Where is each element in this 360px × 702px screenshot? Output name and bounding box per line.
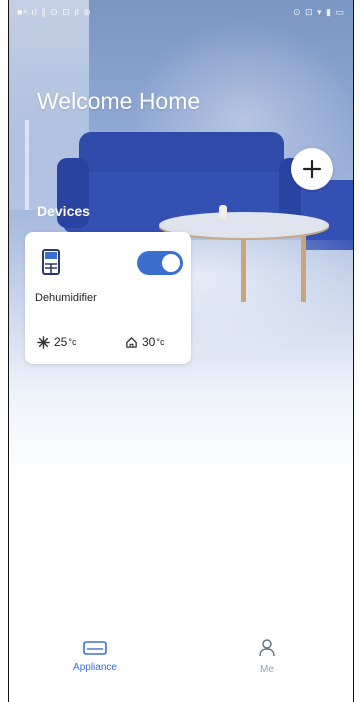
stat-unit: °c xyxy=(68,337,77,347)
page-title: Welcome Home xyxy=(37,88,201,114)
snowflake-icon xyxy=(37,335,50,349)
stat-value: 25 xyxy=(54,335,68,349)
device-stat-room-temperature: 30 °c xyxy=(125,335,164,349)
tab-appliance[interactable]: Appliance xyxy=(35,640,155,673)
status-bar: ■ᵃ.ıl ∥ ⊙ ⊡ ♯ ⊕ ⊙ ⊡ ▾ ▮ ▭ xyxy=(9,0,353,24)
floor-lamp xyxy=(25,120,29,210)
plus-icon xyxy=(302,159,322,179)
toggle-knob xyxy=(162,254,180,272)
device-stat-set-temperature: 25 °c xyxy=(37,335,76,349)
tab-label: Appliance xyxy=(73,661,117,673)
person-icon xyxy=(259,638,275,656)
tab-label: Me xyxy=(260,663,274,675)
vase xyxy=(219,205,227,219)
stat-unit: °c xyxy=(156,337,165,347)
devices-section-title: Devices xyxy=(37,203,90,219)
status-bar-right: ⊙ ⊡ ▾ ▮ ▭ xyxy=(292,6,345,17)
status-bar-left: ■ᵃ.ıl ∥ ⊙ ⊡ ♯ ⊕ xyxy=(17,6,92,17)
dehumidifier-icon xyxy=(41,248,61,281)
device-card-dehumidifier[interactable]: Dehumidifier 25 °c 30 °c xyxy=(25,232,191,364)
appliance-icon xyxy=(83,640,107,655)
tab-me[interactable]: Me xyxy=(207,638,327,675)
device-power-toggle[interactable] xyxy=(137,251,183,275)
stat-value: 30 xyxy=(142,335,156,349)
add-device-button[interactable] xyxy=(291,148,333,190)
home-icon xyxy=(126,336,137,348)
table-leg xyxy=(301,232,306,302)
device-name: Dehumidifier xyxy=(35,292,97,304)
app-screen: ■ᵃ.ıl ∥ ⊙ ⊡ ♯ ⊕ ⊙ ⊡ ▾ ▮ ▭ Welcome Home D… xyxy=(8,0,354,702)
bottom-tab-bar: Appliance Me xyxy=(9,620,353,692)
table-leg xyxy=(241,232,246,302)
